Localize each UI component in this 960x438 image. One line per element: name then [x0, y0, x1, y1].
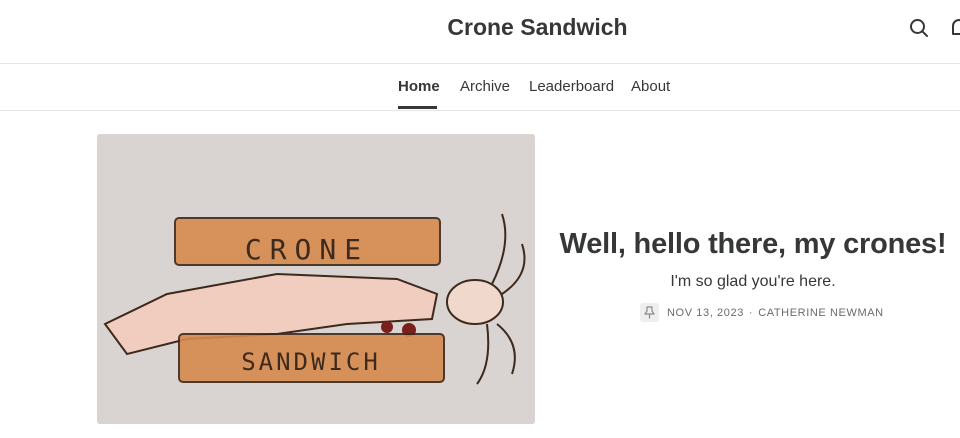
search-icon[interactable] — [908, 17, 930, 39]
post-author[interactable]: CATHERINE NEWMAN — [758, 307, 884, 319]
tab-home[interactable]: Home — [398, 78, 440, 95]
nav-bar: Home Archive Leaderboard About — [0, 64, 960, 111]
tab-leaderboard[interactable]: Leaderboard — [529, 78, 614, 95]
post-date: NOV 13, 2023 — [667, 306, 744, 319]
site-header: Crone Sandwich — [0, 0, 960, 64]
image-bottom-text: SANDWICH — [241, 348, 381, 376]
image-top-text: CRONE — [245, 233, 369, 266]
meta-separator: · — [748, 306, 754, 319]
site-title[interactable]: Crone Sandwich — [0, 14, 960, 41]
post-title[interactable]: Well, hello there, my crones! — [555, 228, 951, 261]
active-tab-indicator — [398, 106, 437, 109]
pin-icon — [640, 303, 659, 322]
post-meta: NOV 13, 2023 · CATHERINE NEWMAN — [640, 303, 884, 322]
post-subtitle: I'm so glad you're here. — [670, 273, 836, 290]
tab-archive[interactable]: Archive — [460, 78, 510, 95]
bell-icon[interactable] — [948, 17, 960, 39]
tab-about[interactable]: About — [631, 78, 670, 95]
post-image[interactable]: CRONE SANDWICH — [97, 134, 535, 424]
